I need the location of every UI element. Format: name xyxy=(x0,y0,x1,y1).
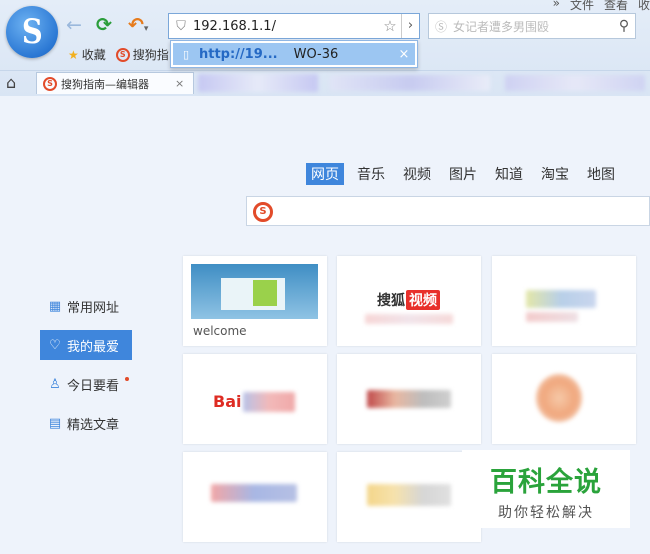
tab-title: 搜狗指南—编辑器 xyxy=(61,77,149,91)
baidu-logo: Bai xyxy=(213,392,242,411)
undo-icon[interactable]: ↶▾ xyxy=(128,14,148,40)
favorites-item[interactable]: ★ 收藏 xyxy=(68,46,106,63)
search-input[interactable]: 女记者遭多男围殴 xyxy=(453,18,613,35)
tab-active[interactable]: S 搜狗指南—编辑器 × xyxy=(36,72,194,94)
watermark-title: 百科全说 xyxy=(490,467,602,498)
close-icon[interactable]: × xyxy=(393,47,415,62)
refresh-icon[interactable]: ⟳ xyxy=(96,14,112,36)
suggestion-title: WO-36 xyxy=(293,46,339,62)
star-icon: ★ xyxy=(68,47,79,62)
tab-bar: ⌂ S 搜狗指南—编辑器 × xyxy=(0,70,650,94)
blurred-tab[interactable] xyxy=(505,75,645,91)
tile-caption: welcome xyxy=(193,324,247,338)
star-icon[interactable]: ☆ xyxy=(379,17,401,35)
menu-file[interactable]: 文件 xyxy=(570,0,594,13)
sohu-video-logo: 搜狐 视频 xyxy=(377,290,440,310)
home-icon[interactable]: ⌂ xyxy=(6,73,16,92)
search-box[interactable]: Ⓢ 女记者遭多男围殴 ⚲ xyxy=(428,13,636,39)
sogou-icon: S xyxy=(253,202,273,222)
sidebar-label: 常用网址 xyxy=(67,300,120,316)
address-bar[interactable]: ⛉ 192.168.1.1/ ☆ › xyxy=(168,13,420,39)
top-menu: » 文件 查看 收 xyxy=(553,0,650,13)
search-icon[interactable]: ⚲ xyxy=(613,18,635,34)
page-icon: ▯ xyxy=(182,47,190,61)
tab-video[interactable]: 视频 xyxy=(398,163,436,185)
blurred-logo xyxy=(367,484,451,506)
sidebar: ▦ 常用网址 ♡ 我的最爱 ♙ 今日要看 ▤ 精选文章 xyxy=(40,291,132,447)
sidebar-item-today[interactable]: ♙ 今日要看 xyxy=(40,369,132,399)
blurred-logo xyxy=(243,392,295,412)
blurred-logo xyxy=(536,374,582,422)
blurred-caption xyxy=(526,312,578,322)
blurred-tab[interactable] xyxy=(198,74,318,92)
site-tile-sohu-video[interactable]: 搜狐 视频 xyxy=(337,256,481,346)
sohu-text: 搜狐 xyxy=(377,293,405,309)
browser-chrome: S » 文件 查看 收 ← ⟳ ↶▾ ⛉ 192.168.1.1/ ☆ › Ⓢ … xyxy=(0,0,650,96)
site-tile-blurred[interactable] xyxy=(337,354,481,444)
site-tile-welcome[interactable]: welcome xyxy=(183,256,327,346)
blurred-tab[interactable] xyxy=(330,75,490,91)
grid-icon: ▦ xyxy=(48,298,62,314)
sogou-icon: S xyxy=(115,47,130,62)
favorites-bar: ★ 收藏 S 搜狗指 xyxy=(68,46,169,63)
sidebar-item-common-sites[interactable]: ▦ 常用网址 xyxy=(40,291,132,321)
address-input[interactable]: 192.168.1.1/ xyxy=(193,19,379,34)
sidebar-label: 今日要看 xyxy=(67,378,120,394)
sogou-search-icon: Ⓢ xyxy=(434,19,447,34)
suggestion-row[interactable]: ▯ http://19... WO-36 × xyxy=(173,43,415,65)
site-thumbnail xyxy=(191,264,318,319)
tab-taobao[interactable]: 淘宝 xyxy=(536,163,574,185)
site-tile-blurred[interactable] xyxy=(337,452,481,542)
tab-images[interactable]: 图片 xyxy=(444,163,482,185)
shield-icon: ⛉ xyxy=(176,18,186,34)
tab-zhidao[interactable]: 知道 xyxy=(490,163,528,185)
sogou-logo-icon[interactable]: S xyxy=(6,6,58,58)
back-icon[interactable]: ← xyxy=(66,14,82,36)
article-icon: ▤ xyxy=(48,415,62,431)
page-search-input[interactable]: S xyxy=(246,196,650,226)
tab-web[interactable]: 网页 xyxy=(306,163,344,185)
menu-view[interactable]: 查看 xyxy=(604,0,628,13)
close-icon[interactable]: × xyxy=(175,77,193,90)
blurred-logo xyxy=(211,484,297,502)
person-icon: ♙ xyxy=(49,376,61,392)
overflow-icon[interactable]: » xyxy=(553,0,560,13)
sidebar-label: 我的最爱 xyxy=(67,339,120,355)
blurred-caption xyxy=(365,314,453,324)
watermark-subtitle: 助你轻松解决 xyxy=(498,505,594,521)
sidebar-item-articles[interactable]: ▤ 精选文章 xyxy=(40,408,132,438)
site-tile-blurred[interactable] xyxy=(492,256,636,346)
search-category-tabs: 网页 音乐 视频 图片 知道 淘宝 地图 xyxy=(306,163,628,185)
favorites-item-sogou[interactable]: S 搜狗指 xyxy=(115,46,169,63)
favorites-label: 搜狗指 xyxy=(132,48,169,62)
address-suggestion-dropdown: ▯ http://19... WO-36 × xyxy=(170,40,418,68)
blurred-logo xyxy=(367,390,451,408)
sidebar-item-favorites[interactable]: ♡ 我的最爱 xyxy=(40,330,132,360)
tab-map[interactable]: 地图 xyxy=(582,163,620,185)
site-tile-baidu[interactable]: Bai xyxy=(183,354,327,444)
tab-music[interactable]: 音乐 xyxy=(352,163,390,185)
watermark: 百科全说 助你轻松解决 xyxy=(462,450,630,528)
favorites-label: 收藏 xyxy=(81,48,106,62)
sohu-badge: 视频 xyxy=(406,290,440,310)
notification-dot xyxy=(125,377,130,381)
suggestion-url: http://19... xyxy=(199,46,278,62)
site-tile-youku[interactable] xyxy=(183,452,327,542)
site-tile-blurred[interactable] xyxy=(492,354,636,444)
blurred-logo xyxy=(526,290,596,308)
heart-icon: ♡ xyxy=(49,337,61,353)
sogou-icon: S xyxy=(43,76,57,91)
menu-favorites[interactable]: 收 xyxy=(638,0,650,13)
forward-arrow-icon[interactable]: › xyxy=(401,14,419,38)
sidebar-label: 精选文章 xyxy=(67,417,120,433)
